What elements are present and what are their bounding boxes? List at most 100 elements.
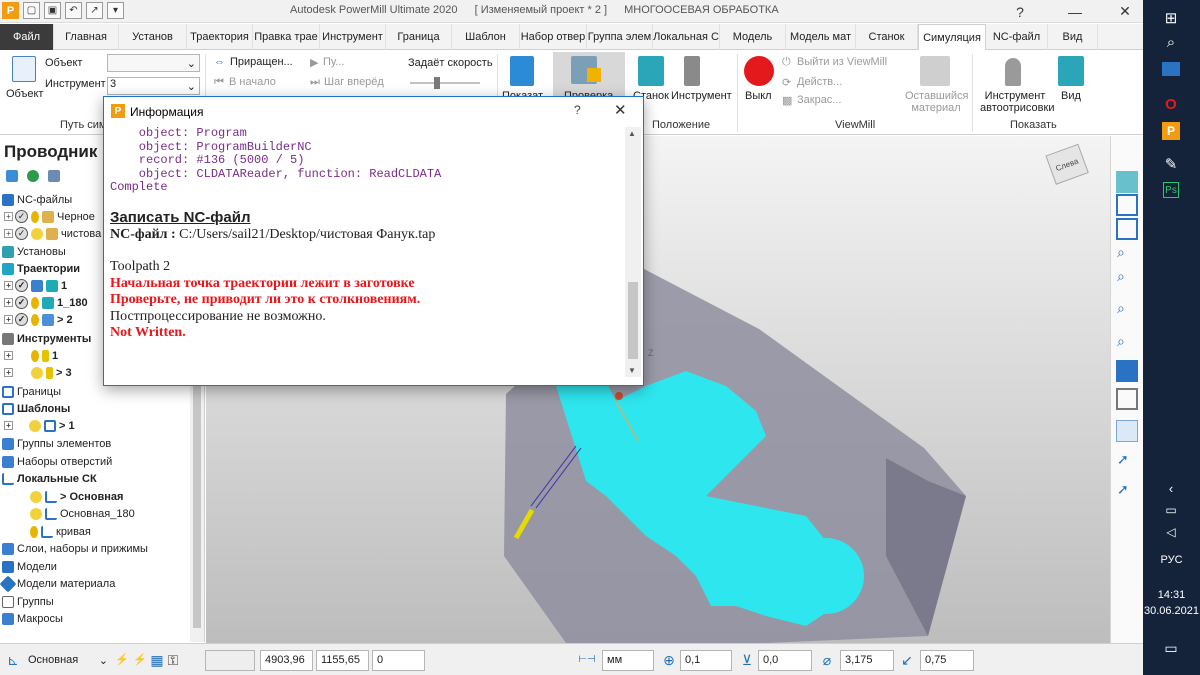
tab-holeset[interactable]: Набор отвер <box>520 24 587 50</box>
scroll-down-icon[interactable]: ▼ <box>628 366 636 375</box>
tree-toolpath-2[interactable]: + ✓ > 2 <box>4 311 73 328</box>
tab-toolpath-edit[interactable]: Правка трае <box>253 24 320 50</box>
tree-nc-finish[interactable]: + ✓ чистова <box>4 225 101 242</box>
cube-view-icon[interactable] <box>1116 218 1138 240</box>
iso-view-icon[interactable] <box>1116 194 1138 216</box>
zoom-prev-icon[interactable]: ⌕ <box>1116 332 1138 354</box>
volume-icon[interactable]: ◁ <box>1159 520 1183 544</box>
chart-icon[interactable]: ↗ <box>86 2 103 19</box>
diameter-field[interactable]: 3,175 <box>840 650 894 671</box>
minimize-button[interactable]: — <box>1060 1 1090 22</box>
tree-macros[interactable]: Макросы <box>2 610 63 627</box>
speed-slider-handle[interactable] <box>434 77 440 89</box>
y-coordinate[interactable]: 1155,65 <box>316 650 369 671</box>
dialog-close-button[interactable]: ✕ <box>614 101 627 119</box>
tree-tool-1[interactable]: +1 <box>4 347 58 364</box>
tree-toolpaths[interactable]: Траектории <box>2 260 80 277</box>
powermill-taskbar-icon[interactable]: P <box>1162 122 1180 140</box>
tool-button[interactable]: Инструмент <box>671 90 732 102</box>
object-select[interactable]: ⌄ <box>107 54 200 72</box>
explorer-settings-icon[interactable] <box>6 170 18 182</box>
clock-date[interactable]: 30.06.2021 <box>1143 605 1200 617</box>
expand-icon[interactable]: + <box>4 315 13 324</box>
z-coordinate[interactable]: 0 <box>372 650 425 671</box>
lock-icon[interactable]: ⚿ <box>164 651 182 669</box>
tree-nc-rough[interactable]: + ✓ Черное <box>4 208 95 225</box>
tree-toolpath-1[interactable]: + ✓ 1 <box>4 277 67 294</box>
tab-simulation[interactable]: Симуляция <box>918 24 986 51</box>
open-folder-icon[interactable]: ▢ <box>23 2 40 19</box>
globe-icon[interactable] <box>27 170 39 182</box>
tree-models[interactable]: Модели <box>2 558 57 575</box>
scroll-up-icon[interactable]: ▲ <box>628 129 636 138</box>
tab-tool[interactable]: Инструмент <box>320 24 386 50</box>
view-button[interactable]: Вид <box>1061 90 1081 102</box>
stock-field[interactable]: 0,0 <box>758 650 812 671</box>
exit-viewmill-button[interactable]: Выйти из ViewMill <box>797 56 887 68</box>
tolerance-field[interactable]: 0,1 <box>680 650 732 671</box>
zoom-extents-icon[interactable]: ⌕ <box>1116 299 1138 321</box>
tree-tool-3[interactable]: + > 3 <box>4 364 72 381</box>
notification-icon[interactable]: ▭ <box>1159 636 1183 660</box>
undo-icon[interactable]: ↶ <box>65 2 82 19</box>
remaining-material-button[interactable]: Оставшийся материал <box>905 90 969 114</box>
expand-icon[interactable]: + <box>4 229 13 238</box>
scrollbar-thumb[interactable] <box>628 282 638 359</box>
tree-stock-models[interactable]: Модели материала <box>0 575 115 592</box>
off-button[interactable]: Выкл <box>745 90 772 102</box>
shaded-icon[interactable] <box>1116 360 1138 382</box>
transparent-icon[interactable] <box>1116 420 1138 442</box>
trash-icon[interactable] <box>48 170 60 182</box>
tab-view[interactable]: Вид <box>1048 24 1098 50</box>
workplane-select[interactable]: Основная ⌄ <box>24 650 110 671</box>
tree-toolpath-1-180[interactable]: + ✓ 1_180 <box>4 294 88 311</box>
save-icon[interactable]: ▣ <box>44 2 61 19</box>
close-button[interactable]: ✕ <box>1110 1 1140 22</box>
chevron-left-icon[interactable]: ‹ <box>1159 476 1183 500</box>
zoom-icon[interactable]: ⌕ <box>1116 243 1138 265</box>
tree-groups[interactable]: Группы <box>2 593 54 610</box>
step-forward-button[interactable]: Шаг вперёд <box>324 76 384 88</box>
tree-setups[interactable]: Установы <box>2 243 66 260</box>
tree-boundaries[interactable]: Границы <box>2 383 61 400</box>
dialog-help-button[interactable]: ? <box>574 103 581 117</box>
tree-workplanes[interactable]: Локальные СК <box>2 470 97 487</box>
expand-icon[interactable]: + <box>4 281 13 290</box>
tree-hole-sets[interactable]: Наборы отверстий <box>2 453 112 470</box>
tab-feature-group[interactable]: Группа элем <box>587 24 653 50</box>
language-indicator[interactable]: РУС <box>1143 554 1200 566</box>
tab-machine[interactable]: Станок <box>856 24 918 50</box>
dropdown-icon[interactable]: ▾ <box>107 2 124 19</box>
tool-select[interactable]: 3 ⌄ <box>107 77 200 95</box>
start-icon[interactable]: ⊞ <box>1159 6 1183 30</box>
tab-boundary[interactable]: Граница <box>386 24 452 50</box>
tree-workplane-main[interactable]: > Основная <box>30 488 123 505</box>
snap-toggle-icon[interactable]: ⚡ <box>131 651 149 669</box>
tab-setups[interactable]: Установ <box>119 24 187 50</box>
tool-autodraw-button[interactable]: Инструмент автоотрисовки <box>980 90 1054 114</box>
object-dropdown[interactable]: Объект <box>6 88 43 100</box>
photoshop-icon[interactable]: Ps <box>1163 182 1179 198</box>
tab-stock-model[interactable]: Модель мат <box>786 24 856 50</box>
tree-workplane-curve[interactable]: кривая <box>30 523 91 540</box>
store-icon[interactable] <box>1162 62 1180 76</box>
clock-time[interactable]: 14:31 <box>1143 589 1200 601</box>
tab-model[interactable]: Модель <box>720 24 786 50</box>
object-icon[interactable] <box>12 56 36 82</box>
snap-dropdown[interactable]: Приращен... <box>230 56 293 68</box>
select-icon[interactable]: ➚ <box>1116 450 1138 472</box>
tab-file[interactable]: Файл <box>0 24 54 50</box>
help-button[interactable]: ? <box>1005 1 1035 22</box>
snap-icon[interactable]: ⚡ <box>113 651 131 669</box>
network-icon[interactable]: ▭ <box>1159 498 1183 522</box>
action-dropdown[interactable]: Действ... <box>797 76 842 88</box>
tab-workplane[interactable]: Локальная С <box>653 24 720 50</box>
tree-tools[interactable]: Инструменты <box>2 330 91 347</box>
paint-dropdown[interactable]: Закрас... <box>797 94 841 106</box>
tree-workplane-main-180[interactable]: Основная_180 <box>30 505 135 522</box>
expand-icon[interactable]: + <box>4 212 13 221</box>
speed-slider[interactable] <box>410 82 480 84</box>
tree-pattern-1[interactable]: + > 1 <box>4 417 75 434</box>
tab-nc-file[interactable]: NC-файл <box>986 24 1048 50</box>
tab-home[interactable]: Главная <box>54 24 119 50</box>
